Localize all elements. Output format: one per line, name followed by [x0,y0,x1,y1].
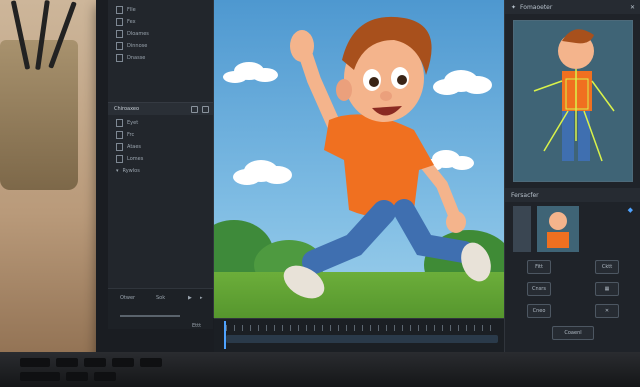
rig-skeleton [533,29,615,162]
file-item[interactable]: Fex [108,16,213,28]
key [20,358,50,367]
tool-button[interactable]: Cktt [595,260,619,274]
properties-header: Fersacfer [505,188,640,202]
key [66,372,88,381]
laptop-screen: Flle Fex Dloames Dinnose Dnasse Chiroaxe… [96,0,640,370]
clone-button[interactable]: Cneo [527,304,551,318]
right-sidebar: ✦ Fomaoeter ✕ Fersacfer ◆ Fitt Cktt Cnsr… [504,0,640,370]
timeline-label: Ettt [192,323,202,329]
settings-icon[interactable] [191,105,198,113]
key [20,372,60,381]
animation-canvas[interactable] [214,0,504,328]
next-icon[interactable]: ▸ [200,295,203,301]
file-item[interactable]: Dinnose [108,40,213,52]
layer-icon [116,119,123,127]
timeline-track[interactable] [226,335,498,343]
add-icon[interactable] [202,105,209,113]
props-row: Coaenl [505,322,640,344]
file-icon [116,30,123,38]
cancel-button[interactable]: Coaenl [552,326,594,340]
file-item[interactable]: Flle [108,4,213,16]
layer-icon [116,155,123,163]
layers-panel-header: Chiroaxeo [108,102,213,115]
control-label: Otwer [120,295,136,301]
chevron-down-icon[interactable]: ▾ [116,168,119,174]
volume-slider[interactable] [120,315,180,317]
keyboard [0,352,640,387]
layer-icon [116,131,123,139]
key [84,358,106,367]
file-item[interactable]: Dnasse [108,52,213,64]
key [94,372,116,381]
constraints-button[interactable]: Cnsrs [527,282,551,296]
left-sidebar: Flle Fex Dloames Dinnose Dnasse Chiroaxe… [108,0,214,318]
layer-item[interactable]: Ataes [108,141,213,153]
key [140,358,162,367]
thumbnail-row: ◆ [513,206,633,252]
key [112,358,134,367]
rig-panel-title: Fomaoeter [520,3,553,11]
play-icon[interactable]: ▶ [188,295,192,301]
fit-button[interactable]: Fitt [527,260,551,274]
key [56,358,78,367]
timeline-ruler [226,325,498,331]
character-thumbnail[interactable] [537,206,579,252]
file-icon [116,54,123,62]
swap-icon[interactable]: ◆ [628,206,633,252]
timeline[interactable]: Ettt [192,318,504,353]
playhead[interactable] [224,321,226,349]
file-icon [116,6,123,14]
properties-title: Fersacfer [511,191,539,199]
pin-icon[interactable]: ✦ [511,4,516,11]
file-icon [116,42,123,50]
props-row: Cneo ✕ [505,300,640,322]
rig-panel-header: ✦ Fomaoeter ✕ [505,0,640,14]
props-row: Cnsrs ▦ [505,278,640,300]
layer-item[interactable]: Lomes [108,153,213,165]
layers-panel-title: Chiroaxeo [114,106,140,112]
color-swatch[interactable] [513,206,531,252]
layer-item[interactable]: Eyet [108,117,213,129]
layer-item[interactable]: ▾ Rywlos [108,165,213,177]
layer-item[interactable]: Frc [108,129,213,141]
options-button[interactable]: ▦ [595,282,619,296]
props-row: Fitt Cktt [505,256,640,278]
delete-button[interactable]: ✕ [595,304,619,318]
layer-icon [116,143,123,151]
control-label: Sok [156,295,166,301]
file-item[interactable]: Dloames [108,28,213,40]
close-icon[interactable]: ✕ [630,4,635,11]
file-icon [116,18,123,26]
rig-preview[interactable] [513,20,633,182]
cartoon-character[interactable] [214,0,504,328]
